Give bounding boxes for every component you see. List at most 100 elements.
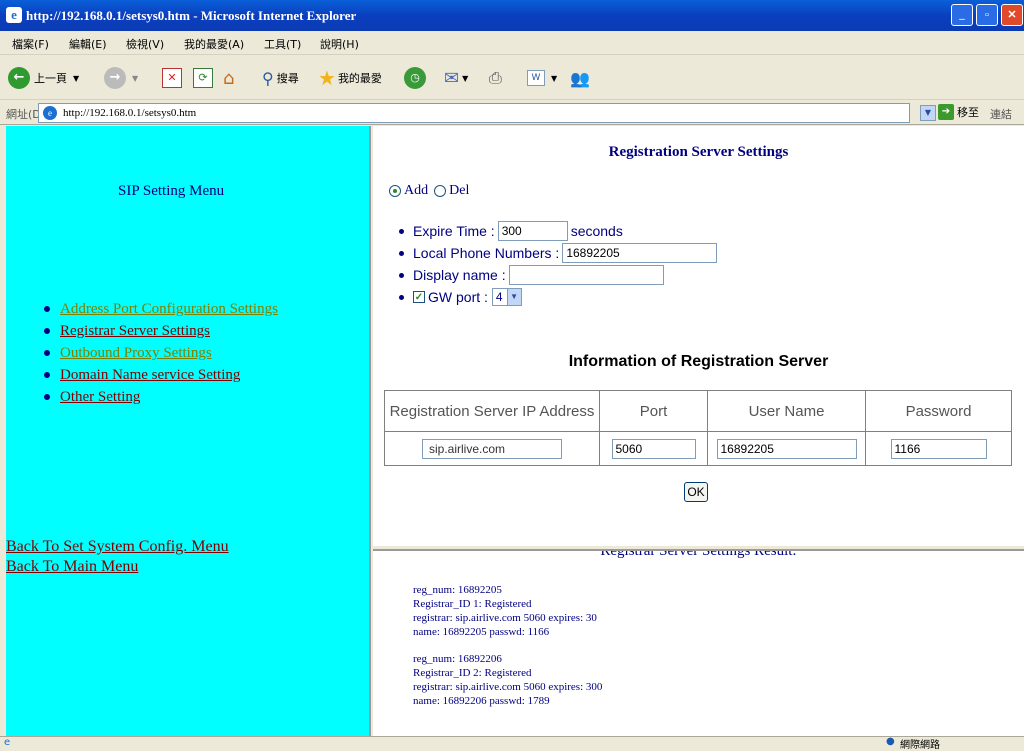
display-name-row: Display name : — [399, 264, 717, 286]
back-button[interactable]: ← 上一頁 ▼ — [8, 66, 79, 90]
back-links: Back To Set System Config. Menu Back To … — [6, 537, 229, 577]
link-other-setting[interactable]: Other Setting — [60, 386, 140, 408]
menubar: 檔案(F) 編輯(E) 檢視(V) 我的最愛(A) 工具(T) 說明(H) — [0, 31, 1024, 55]
go-button[interactable]: ➔ 移至 — [938, 104, 979, 120]
table-row: sip.airlive.com 5060 16892205 1166 — [384, 431, 1012, 466]
menu-file[interactable]: 檔案(F) — [12, 36, 49, 52]
table-header-row: Registration Server IP Address Port User… — [384, 390, 1012, 432]
display-name-input[interactable] — [508, 265, 664, 285]
refresh-button[interactable]: ⟳ — [193, 66, 213, 90]
result-spacer — [413, 639, 602, 652]
expire-time-input[interactable]: 300 — [497, 221, 568, 241]
gw-port-label: GW port : — [428, 289, 488, 305]
address-bar: 網址(D) e http://192.168.0.1/setsys0.htm ▼… — [0, 101, 1024, 125]
minimize-button[interactable]: _ — [951, 4, 973, 26]
history-button[interactable]: ◷ — [404, 66, 426, 90]
list-item: Address Port Configuration Settings — [44, 298, 278, 320]
ok-button[interactable]: OK — [684, 482, 708, 502]
list-item: Outbound Proxy Settings — [44, 342, 278, 364]
word-icon: W — [527, 70, 545, 86]
edit-button[interactable]: W ▼ — [527, 66, 557, 90]
maximize-button[interactable]: ▫ — [976, 4, 998, 26]
cell-ip: sip.airlive.com — [384, 431, 600, 466]
result-line: Registrar_ID 2: Registered — [413, 667, 532, 679]
star-icon: ★ — [318, 66, 336, 90]
result-line: Registrar_ID 1: Registered — [413, 598, 532, 610]
favorites-button[interactable]: ★ 我的最愛 — [318, 66, 382, 90]
radio-add-label: Add — [404, 183, 429, 198]
window-title: http://192.168.0.1/setsys0.htm - Microso… — [26, 8, 357, 23]
status-bar: e ● 網際網路 — [0, 736, 1024, 751]
link-address-port[interactable]: Address Port Configuration Settings — [60, 298, 278, 320]
print-button[interactable]: ⎙ — [489, 66, 502, 90]
right-frame: Registration Server Settings Add Del Exp… — [373, 126, 1024, 546]
bullet — [399, 272, 404, 278]
gw-port-select[interactable]: 4 ▼ — [491, 288, 522, 306]
links-button[interactable]: 連結 — [990, 106, 1012, 122]
expire-label: Expire Time : — [413, 223, 495, 239]
address-input[interactable]: e http://192.168.0.1/setsys0.htm — [38, 103, 910, 123]
expire-time-row: Expire Time : 300 seconds — [399, 220, 717, 242]
cell-port: 5060 — [599, 431, 708, 466]
back-to-config-link[interactable]: Back To Set System Config. Menu — [6, 537, 229, 557]
local-phone-input[interactable]: 16892205 — [562, 243, 718, 263]
messenger-button[interactable]: 👥 — [570, 66, 590, 90]
server-ip-input[interactable]: sip.airlive.com — [422, 438, 562, 459]
back-icon: ← — [8, 67, 30, 89]
chevron-down-icon: ▼ — [506, 289, 521, 305]
col-password: Password — [865, 390, 1012, 432]
chevron-down-icon[interactable]: ▼ — [462, 74, 468, 83]
menu-favorites[interactable]: 我的最愛(A) — [184, 36, 244, 52]
bullet — [399, 294, 404, 300]
local-phone-label: Local Phone Numbers : — [413, 245, 560, 261]
bullet — [44, 306, 50, 312]
link-registrar-server[interactable]: Registrar Server Settings — [60, 320, 210, 342]
info-title: Information of Registration Server — [568, 353, 829, 370]
link-outbound-proxy[interactable]: Outbound Proxy Settings — [60, 342, 212, 364]
forward-button[interactable]: → ▼ — [104, 66, 138, 90]
menu-tools[interactable]: 工具(T) — [264, 36, 301, 52]
left-frame: SIP Setting Menu Address Port Configurat… — [6, 126, 371, 736]
menu-edit[interactable]: 編輯(E) — [69, 36, 107, 52]
col-ip-address: Registration Server IP Address — [384, 390, 600, 432]
go-arrow-icon: ➔ — [938, 104, 954, 120]
local-phone-row: Local Phone Numbers : 16892205 — [399, 242, 718, 264]
user-name-input[interactable]: 16892205 — [716, 438, 857, 459]
forward-icon: → — [104, 67, 126, 89]
sip-menu-title: SIP Setting Menu — [118, 183, 225, 199]
result-line: reg_num: 16892205 — [413, 584, 502, 596]
radio-add[interactable] — [389, 185, 401, 197]
address-dropdown[interactable]: ▼ — [920, 105, 936, 121]
col-user-name: User Name — [707, 390, 866, 432]
result-line: registrar: sip.airlive.com 5060 expires:… — [413, 681, 603, 693]
menu-help[interactable]: 說明(H) — [320, 36, 359, 52]
close-button[interactable]: ✕ — [1001, 4, 1023, 26]
home-button[interactable]: ⌂ — [223, 66, 234, 90]
result-text: reg_num: 16892205 Registrar_ID 1: Regist… — [413, 583, 602, 708]
list-item: Domain Name service Setting — [44, 364, 278, 386]
link-domain-name-service[interactable]: Domain Name service Setting — [60, 364, 240, 386]
col-port: Port — [599, 390, 708, 432]
mail-button[interactable]: ✉ ▼ — [444, 66, 468, 90]
password-input[interactable]: 1166 — [890, 438, 987, 459]
page-icon: e — [43, 106, 57, 120]
port-input[interactable]: 5060 — [611, 438, 696, 459]
gw-port-row: ✓ GW port : 4 ▼ — [399, 286, 717, 308]
home-icon: ⌂ — [223, 67, 235, 89]
stop-button[interactable]: ✕ — [162, 66, 182, 90]
radio-del[interactable] — [434, 185, 447, 197]
gw-port-checkbox[interactable]: ✓ — [413, 291, 425, 303]
display-name-label: Display name : — [413, 267, 506, 283]
search-button[interactable]: ⚲ 搜尋 — [262, 66, 299, 90]
bullet — [44, 328, 50, 334]
chevron-down-icon[interactable]: ▼ — [73, 74, 79, 83]
chevron-down-icon[interactable]: ▼ — [551, 74, 557, 83]
page-status-icon: e — [4, 737, 11, 748]
result-title: Registrar Server Settings Result: — [600, 549, 797, 559]
mail-icon: ✉ — [444, 67, 460, 89]
menu-view[interactable]: 檢視(V) — [126, 36, 164, 52]
chevron-down-icon[interactable]: ▼ — [132, 74, 138, 83]
toolbar: ← 上一頁 ▼ → ▼ ✕ ⟳ ⌂ ⚲ 搜尋 ★ 我的最愛 ◷ ✉ ▼ ⎙ W … — [0, 56, 1024, 100]
bullet — [399, 228, 404, 234]
back-to-main-link[interactable]: Back To Main Menu — [6, 557, 229, 577]
